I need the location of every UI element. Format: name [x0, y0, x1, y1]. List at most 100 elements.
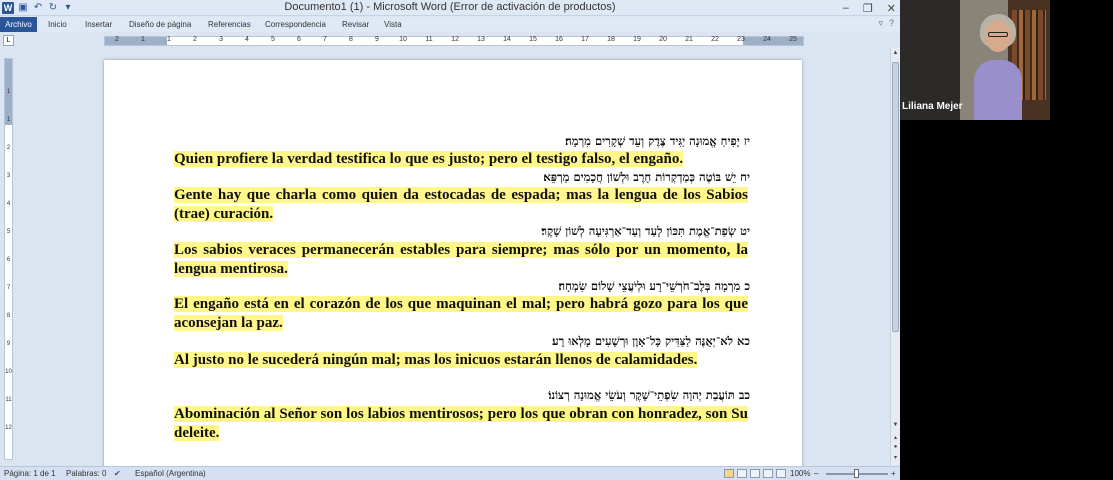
scroll-up-icon[interactable]: ▲: [891, 50, 900, 56]
spanish-verse: Abominación al Señor son los labios ment…: [174, 406, 748, 441]
page-count[interactable]: Página: 1 de 1: [4, 469, 56, 478]
ruler-number: 1: [167, 36, 171, 43]
previous-page-icon[interactable]: ▴: [891, 434, 900, 441]
ruler-number: 14: [503, 36, 511, 43]
spanish-verse: Al justo no le sucederá ningún mal; mas …: [174, 352, 698, 368]
expand-ribbon-icon[interactable]: ▿: [878, 18, 883, 29]
ruler-number: 8: [349, 36, 353, 43]
print-layout-view-icon[interactable]: [724, 469, 734, 478]
participant-video-tile[interactable]: Liliana Mejer: [900, 0, 1050, 120]
ruler-number: 6: [297, 36, 301, 43]
ruler-number: 24: [763, 36, 771, 43]
vertical-ruler-number: 2: [6, 145, 11, 151]
spanish-verse: Quien profiere la verdad testifica lo qu…: [174, 151, 684, 167]
language-indicator[interactable]: Español (Argentina): [135, 469, 206, 478]
participant-image: [972, 10, 1026, 120]
spanish-verse: Los sabios veraces permanecerán estables…: [174, 242, 748, 277]
ruler-number: 9: [375, 36, 379, 43]
spanish-verse: El engaño está en el corazón de los que …: [174, 296, 748, 331]
word-count[interactable]: Palabras: 0: [66, 469, 106, 478]
document-page[interactable]: יז יָפִיחַ אֱמוּנָה יַגִּיד צֶדֶק וְעֵד …: [104, 60, 802, 466]
ruler-number: 11: [425, 36, 433, 43]
tab-referencias[interactable]: Referencias: [208, 17, 251, 32]
help-icon[interactable]: ?: [889, 18, 894, 29]
ruler-number: 21: [685, 36, 693, 43]
zoom-in-button[interactable]: +: [891, 469, 896, 478]
vertical-ruler-number: 6: [6, 257, 11, 263]
vertical-ruler-number: 1: [6, 117, 11, 123]
ruler-number: 5: [271, 36, 275, 43]
ruler-number: 16: [555, 36, 563, 43]
tab-archivo[interactable]: Archivo: [0, 17, 37, 32]
ruler-number: 19: [633, 36, 641, 43]
browse-object-icon[interactable]: ●: [891, 444, 900, 450]
participant-name: Liliana Mejer: [902, 101, 963, 112]
window-controls: – ❐ ✕: [843, 0, 896, 16]
ruler-number: 10: [399, 36, 407, 43]
vertical-ruler-number: 9: [6, 341, 11, 347]
draft-view-icon[interactable]: [776, 469, 786, 478]
hebrew-verse: יז יָפִיחַ אֱמוּנָה יַגִּיד צֶדֶק וְעֵד …: [565, 134, 750, 148]
vertical-ruler[interactable]: 1 1 2 3 4 5 6 7 8 9 10 11 12: [4, 58, 13, 460]
horizontal-ruler[interactable]: 2 1 1 2 3 4 5 6 7 8 9 10 11 12 13 14 15 16 17 18 19 20 21 22 23 2…: [104, 36, 804, 46]
vertical-ruler-number: 5: [6, 229, 11, 235]
ruler-number: 7: [323, 36, 327, 43]
proofing-icon[interactable]: ✔: [114, 469, 121, 478]
hebrew-verse: כ מִרְמָה בְּלֶב־חֹרְשֵׁי־רָע וּלְיֹעֲצֵ…: [558, 279, 750, 293]
ruler-number: 17: [581, 36, 589, 43]
video-call-panel: Liliana Mejer: [900, 0, 1113, 480]
ruler-number: 2: [115, 36, 119, 43]
tab-correspondencia[interactable]: Correspondencia: [265, 17, 326, 32]
ribbon-right-controls: ▿ ?: [878, 18, 894, 29]
vertical-ruler-number: 10: [5, 369, 12, 375]
close-button[interactable]: ✕: [887, 2, 896, 15]
scroll-down-icon[interactable]: ▼: [891, 422, 900, 428]
participant-scarf: [974, 60, 1022, 120]
ruler-number: 25: [789, 36, 797, 43]
participant-glasses: [988, 32, 1008, 37]
ruler-number: 23: [737, 36, 745, 43]
ruler-number: 3: [219, 36, 223, 43]
vertical-ruler-number: 4: [6, 201, 11, 207]
web-layout-view-icon[interactable]: [750, 469, 760, 478]
vertical-ruler-number: 7: [6, 285, 11, 291]
vertical-ruler-number: 11: [5, 397, 12, 403]
ruler-number: 20: [659, 36, 667, 43]
ruler-number: 4: [245, 36, 249, 43]
next-page-icon[interactable]: ▾: [891, 454, 900, 461]
hebrew-verse: יח יֵשׁ בּוֹטֶה כְּמַדְקְרוֹת חָרֶב וּלְ…: [543, 170, 750, 184]
full-screen-reading-view-icon[interactable]: [737, 469, 747, 478]
zoom-slider-thumb[interactable]: [854, 469, 859, 478]
status-bar: Página: 1 de 1 Palabras: 0 ✔ Español (Ar…: [0, 466, 900, 480]
ribbon-tabs: Archivo Inicio Insertar Diseño de página…: [0, 17, 900, 32]
hebrew-verse: כב תּוֹעֲבַת יְהוָה שִׂפְתֵי־שָׁקֶר וְעֹ…: [548, 388, 750, 402]
outline-view-icon[interactable]: [763, 469, 773, 478]
ruler-number: 12: [451, 36, 459, 43]
spanish-verse: Gente hay que charla como quien da estoc…: [174, 187, 748, 222]
vertical-ruler-number: 8: [6, 313, 11, 319]
zoom-out-button[interactable]: –: [814, 469, 818, 478]
hebrew-verse: יט שְׂפַת־אֱמֶת תִּכּוֹן לָעַד וְעַד־אַר…: [541, 224, 750, 238]
tab-revisar[interactable]: Revisar: [342, 17, 369, 32]
tab-vista[interactable]: Vista: [384, 17, 402, 32]
ruler-number: 18: [607, 36, 615, 43]
hebrew-verse: כא לֹא־יְאֻנֶּה לַצַּדִּיק כָּל־אָוֶן וּ…: [552, 334, 750, 348]
document-area[interactable]: יז יָפִיחַ אֱמוּנָה יַגִּיד צֶדֶק וְעֵד …: [14, 48, 890, 466]
word-window: W ▣ ↶ ↻ ▾ Documento1 (1) - Microsoft Wor…: [0, 0, 900, 480]
tab-inicio[interactable]: Inicio: [48, 17, 67, 32]
ruler-number: 22: [711, 36, 719, 43]
ruler-number: 2: [193, 36, 197, 43]
minimize-button[interactable]: –: [843, 2, 849, 14]
tab-diseno-de-pagina[interactable]: Diseño de página: [129, 17, 191, 32]
tab-selector-button[interactable]: L: [3, 35, 14, 46]
vertical-ruler-number: 12: [5, 425, 12, 431]
vertical-scrollbar[interactable]: ▲ ▼ ▴ ● ▾: [890, 48, 900, 466]
scrollbar-thumb[interactable]: [892, 62, 899, 332]
tab-insertar[interactable]: Insertar: [85, 17, 112, 32]
ruler-number: 15: [529, 36, 537, 43]
restore-button[interactable]: ❐: [863, 2, 873, 15]
ruler-number: 13: [477, 36, 485, 43]
window-title: Documento1 (1) - Microsoft Word (Error d…: [284, 1, 616, 13]
vertical-ruler-number: 3: [6, 173, 11, 179]
zoom-level[interactable]: 100%: [790, 469, 810, 478]
